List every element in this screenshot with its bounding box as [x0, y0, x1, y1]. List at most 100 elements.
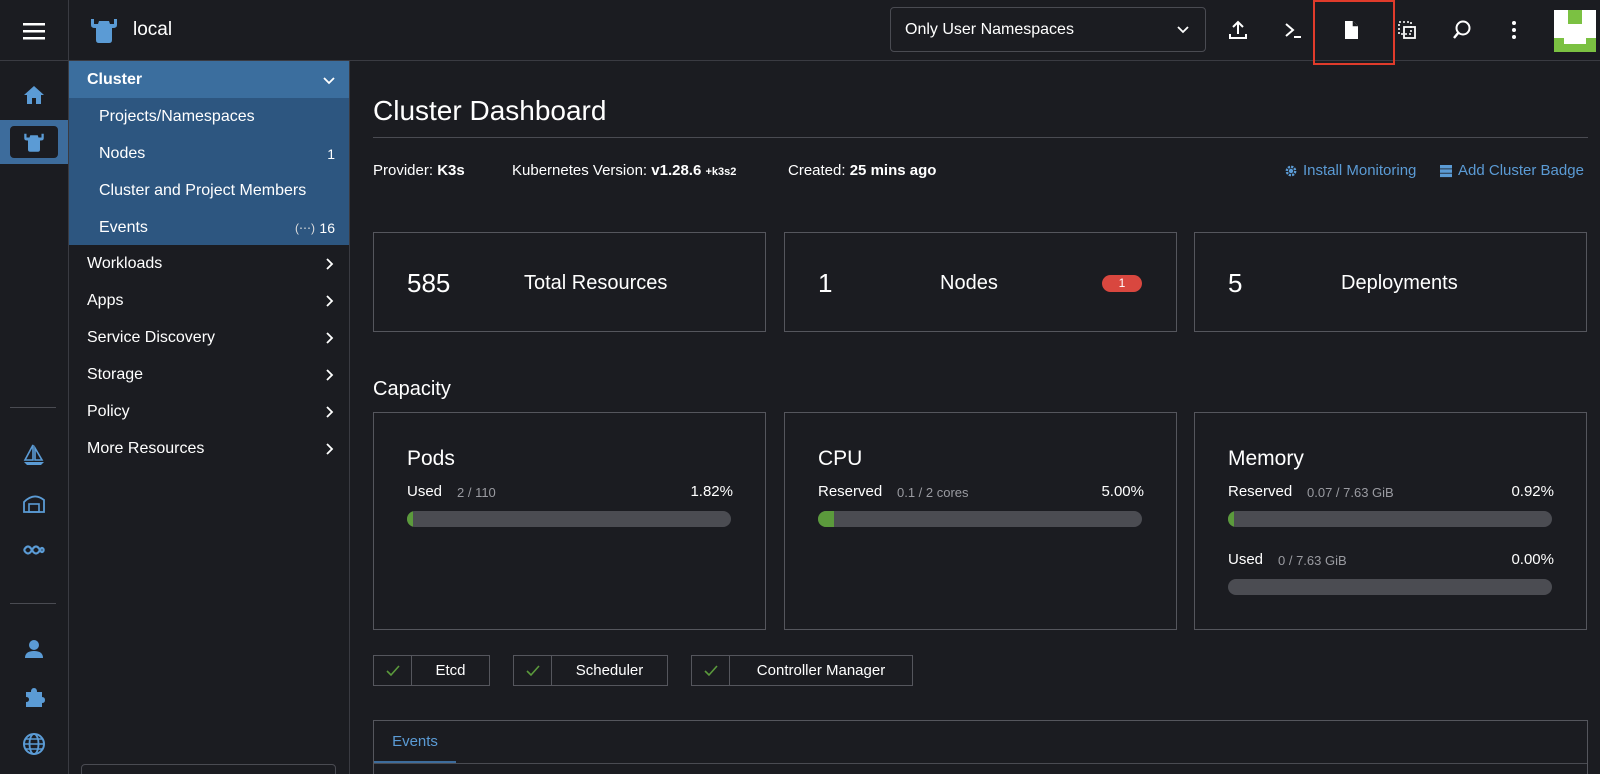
- nav-group-cluster: Cluster Projects/Namespaces Nodes 1 Clus…: [69, 61, 349, 245]
- stat-value: 5: [1228, 268, 1243, 298]
- events-icon: (⋯): [295, 220, 315, 235]
- hangar-icon: [23, 495, 45, 513]
- rail-fleet[interactable]: [0, 433, 68, 477]
- nav-item-projects-namespaces[interactable]: Projects/Namespaces: [69, 98, 349, 135]
- search-button[interactable]: [1444, 11, 1480, 49]
- stat-card-deployments[interactable]: 5 Deployments: [1194, 232, 1587, 332]
- hamburger-icon: [23, 22, 45, 39]
- nav-item-cluster-project-members[interactable]: Cluster and Project Members: [69, 172, 349, 209]
- copy-kubeconfig-button[interactable]: [1389, 11, 1425, 49]
- capacity-title: Memory: [1228, 447, 1304, 470]
- install-monitoring-label: Install Monitoring: [1303, 162, 1417, 179]
- chevron-right-icon: [326, 406, 334, 418]
- stat-value: 585: [407, 268, 451, 298]
- rail-harvester[interactable]: [0, 528, 68, 572]
- import-yaml-button[interactable]: [1220, 11, 1256, 49]
- capacity-percent: 0.92%: [1511, 483, 1554, 500]
- side-nav: Cluster Projects/Namespaces Nodes 1 Clus…: [69, 61, 350, 774]
- check-icon: [385, 664, 400, 676]
- error-badge: 1: [1102, 275, 1142, 292]
- server-icon: [1440, 164, 1452, 177]
- nav-item-label: Projects/Namespaces: [99, 107, 255, 125]
- component-status-controller-manager: Controller Manager: [691, 655, 913, 686]
- cluster-name[interactable]: local: [133, 19, 172, 41]
- kubectl-shell-button[interactable]: [1275, 11, 1311, 49]
- capacity-detail: 0.1 / 2 cores: [897, 485, 969, 500]
- chevron-right-icon: [326, 332, 334, 344]
- install-monitoring-link[interactable]: Install Monitoring: [1284, 162, 1416, 179]
- terminal-icon: [1285, 23, 1301, 38]
- user-avatar[interactable]: [1554, 10, 1596, 52]
- add-cluster-badge-link[interactable]: Add Cluster Badge: [1439, 162, 1584, 179]
- rail-cluster-local[interactable]: [0, 120, 68, 164]
- sailboat-icon: [23, 444, 44, 465]
- stat-value: 1: [818, 268, 833, 298]
- search-icon: [1453, 20, 1471, 39]
- nav-group-workloads[interactable]: Workloads: [69, 245, 349, 282]
- provider-info: Provider: K3s: [373, 162, 465, 179]
- more-actions-button[interactable]: [1496, 11, 1532, 49]
- events-panel: Events: [373, 720, 1588, 774]
- stat-label: Total Resources: [524, 272, 668, 294]
- component-name: Controller Manager: [756, 662, 886, 679]
- stat-label: Deployments: [1341, 272, 1458, 294]
- capacity-percent: 0.00%: [1511, 551, 1554, 568]
- chevron-right-icon: [326, 369, 334, 381]
- check-icon: [525, 664, 540, 676]
- capacity-title: Pods: [407, 447, 455, 470]
- version-value: v1.28.6: [651, 162, 702, 179]
- namespace-filter-value: Only User Namespaces: [905, 20, 1074, 38]
- nav-item-label: Nodes: [99, 144, 146, 162]
- namespace-filter-select[interactable]: Only User Namespaces: [890, 7, 1206, 52]
- nav-item-label: Cluster and Project Members: [99, 181, 307, 199]
- rail-global-settings[interactable]: [0, 722, 68, 766]
- version-info: Kubernetes Version: v1.28.6 +k3s2: [512, 162, 736, 179]
- cluster-tools-button[interactable]: [81, 764, 336, 774]
- add-cluster-badge-label: Add Cluster Badge: [1458, 162, 1584, 179]
- capacity-card-memory: Memory Reserved 0.07 / 7.63 GiB 0.92% Us…: [1194, 412, 1587, 630]
- rail-home[interactable]: [0, 73, 68, 117]
- nav-group-storage[interactable]: Storage: [69, 356, 349, 393]
- chevron-down-icon: [1177, 26, 1189, 34]
- chevron-right-icon: [326, 295, 334, 307]
- puzzle-icon: [26, 688, 45, 707]
- progress-fill: [407, 511, 413, 527]
- kebab-icon: [1512, 21, 1516, 39]
- upload-icon: [1229, 20, 1247, 39]
- created-label: Created:: [788, 162, 846, 179]
- tab-events[interactable]: Events: [374, 721, 456, 763]
- progress-bar: [818, 511, 1142, 527]
- stat-card-nodes[interactable]: 1 Nodes 1: [784, 232, 1177, 332]
- component-status-etcd: Etcd: [373, 655, 490, 686]
- capacity-card-cpu: CPU Reserved 0.1 / 2 cores 5.00%: [784, 412, 1177, 630]
- gear-icon: [1285, 165, 1297, 176]
- nav-group-apps[interactable]: Apps: [69, 282, 349, 319]
- chevron-down-icon: [323, 77, 335, 85]
- capacity-detail: 2 / 110: [457, 485, 496, 500]
- capacity-title: CPU: [818, 447, 863, 470]
- component-name: Etcd: [435, 662, 466, 679]
- capacity-label: Reserved: [1228, 483, 1293, 500]
- version-label: Kubernetes Version:: [512, 162, 648, 179]
- cluster-logo-icon: [91, 19, 117, 43]
- rail-extensions[interactable]: [0, 675, 68, 719]
- copy-icon: [1398, 21, 1416, 39]
- stat-card-total-resources[interactable]: 585 Total Resources: [373, 232, 766, 332]
- capacity-percent: 5.00%: [1101, 483, 1144, 500]
- divider: [373, 137, 1588, 138]
- progress-bar: [1228, 511, 1552, 527]
- check-icon: [703, 664, 718, 676]
- provider-value: K3s: [437, 162, 465, 179]
- capacity-label: Used: [407, 483, 443, 500]
- nav-group-more-resources[interactable]: More Resources: [69, 430, 349, 467]
- rail-virtualization[interactable]: [0, 481, 68, 525]
- rail-users[interactable]: [0, 627, 68, 671]
- nav-group-service-discovery[interactable]: Service Discovery: [69, 319, 349, 356]
- nav-group-cluster-header[interactable]: Cluster: [69, 61, 349, 98]
- download-kubeconfig-button[interactable]: [1333, 11, 1369, 49]
- nav-item-nodes[interactable]: Nodes 1: [69, 135, 349, 172]
- menu-button[interactable]: [0, 0, 69, 61]
- nav-group-label: Policy: [87, 402, 130, 420]
- nav-group-policy[interactable]: Policy: [69, 393, 349, 430]
- nav-item-events[interactable]: Events (⋯) 16: [69, 209, 349, 246]
